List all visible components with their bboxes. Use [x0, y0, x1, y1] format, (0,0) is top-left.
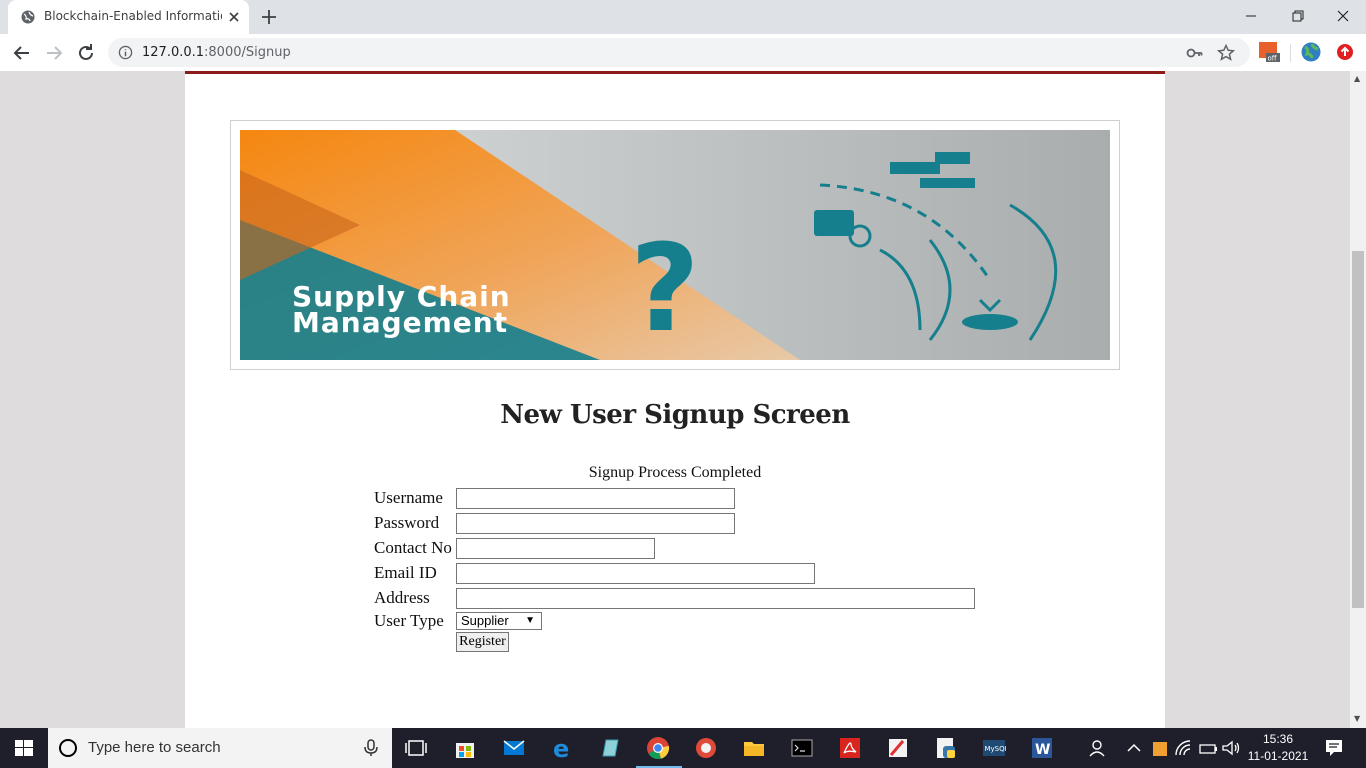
- command-prompt-icon[interactable]: [790, 736, 814, 760]
- username-input[interactable]: [456, 488, 735, 509]
- tray-app-icon[interactable]: [1148, 736, 1172, 760]
- close-tab-icon[interactable]: [226, 9, 242, 25]
- url-host: 127.0.0.1: [142, 45, 205, 60]
- battery-icon[interactable]: [1196, 736, 1220, 760]
- contact-label: Contact No: [374, 538, 452, 557]
- email-input[interactable]: [456, 563, 815, 584]
- media-app-icon[interactable]: [694, 736, 718, 760]
- scroll-up-arrow-icon[interactable]: ▲: [1354, 74, 1360, 83]
- banner-title-line2: Management: [292, 306, 508, 339]
- page-container: ? Supply Chain Management New User Signu…: [185, 71, 1165, 728]
- scroll-down-arrow-icon[interactable]: ▼: [1354, 714, 1360, 723]
- email-label: Email ID: [374, 563, 437, 582]
- dropdown-arrow-icon: ▼: [525, 615, 535, 626]
- file-explorer-icon[interactable]: [742, 736, 766, 760]
- user-type-value: Supplier: [461, 613, 509, 628]
- extension-upload-icon[interactable]: [1334, 41, 1356, 63]
- extension-off-icon[interactable]: off: [1258, 41, 1280, 63]
- paint-icon[interactable]: [886, 736, 910, 760]
- pdf-reader-icon[interactable]: [838, 736, 862, 760]
- clock-time: 15:36: [1262, 732, 1294, 746]
- svg-text:e: e: [553, 736, 569, 760]
- notification-icon[interactable]: [1322, 736, 1346, 760]
- browser-tab[interactable]: Blockchain-Enabled Information: [8, 0, 249, 34]
- people-icon[interactable]: [1087, 736, 1111, 760]
- scroll-thumb[interactable]: [1352, 251, 1364, 608]
- globe-icon: [21, 10, 35, 24]
- svg-text:off: off: [1268, 55, 1277, 63]
- username-label: Username: [374, 488, 443, 507]
- back-arrow-icon[interactable]: [10, 41, 34, 65]
- chrome-icon[interactable]: [646, 736, 670, 760]
- task-view-icon[interactable]: [404, 736, 428, 760]
- status-message: Signup Process Completed: [588, 464, 762, 481]
- address-label: Address: [374, 588, 430, 607]
- svg-text:W: W: [1035, 742, 1050, 758]
- supply-chain-banner: ? Supply Chain Management: [240, 130, 1110, 360]
- tab-title: Blockchain-Enabled Information: [44, 9, 222, 23]
- user-type-select[interactable]: Supplier ▼: [456, 612, 542, 630]
- password-input[interactable]: [456, 513, 735, 534]
- url-path: :8000/Signup: [204, 45, 291, 60]
- address-input[interactable]: [456, 588, 975, 609]
- password-label: Password: [374, 513, 440, 532]
- user-type-label: User Type: [374, 611, 444, 630]
- tab-strip: Blockchain-Enabled Information: [0, 0, 1366, 34]
- close-window-icon[interactable]: [1320, 0, 1366, 32]
- clock-date: 11-01-2021: [1247, 749, 1309, 763]
- toolbar-separator: [1290, 44, 1291, 62]
- reload-icon[interactable]: [74, 41, 98, 65]
- url-text[interactable]: 127.0.0.1:8000/Signup: [142, 45, 291, 60]
- key-icon[interactable]: [1186, 44, 1204, 62]
- contact-input[interactable]: [456, 538, 655, 559]
- cloud-icon: [962, 314, 1018, 330]
- minimize-icon[interactable]: [1228, 0, 1274, 32]
- extension-globe-icon[interactable]: [1300, 41, 1322, 63]
- notes-icon[interactable]: [598, 736, 622, 760]
- restore-icon[interactable]: [1274, 0, 1320, 32]
- taskbar-search-box[interactable]: Type here to search: [48, 728, 392, 768]
- new-tab-icon[interactable]: [259, 7, 279, 27]
- taskbar-clock[interactable]: 15:36 11-01-2021: [1240, 731, 1316, 765]
- mysql-icon[interactable]: MySQL: [982, 736, 1006, 760]
- wifi-icon[interactable]: [1172, 736, 1196, 760]
- page-title: New User Signup Screen: [500, 400, 850, 430]
- bookmark-star-icon[interactable]: [1217, 44, 1235, 62]
- info-icon[interactable]: [118, 45, 133, 60]
- vertical-scrollbar[interactable]: ▲ ▼: [1350, 71, 1366, 728]
- word-icon[interactable]: W: [1030, 736, 1054, 760]
- banner-frame: ? Supply Chain Management: [230, 120, 1120, 370]
- search-placeholder: Type here to search: [88, 739, 221, 756]
- svg-text:MySQL: MySQL: [985, 745, 1007, 753]
- page-viewport: ? Supply Chain Management New User Signu…: [0, 71, 1350, 728]
- search-icon: [59, 739, 77, 757]
- microphone-icon[interactable]: [362, 739, 380, 757]
- forward-arrow-icon[interactable]: [42, 41, 66, 65]
- show-hidden-icons-icon[interactable]: [1122, 736, 1146, 760]
- python-file-icon[interactable]: [934, 736, 958, 760]
- store-icon[interactable]: [453, 736, 477, 760]
- browser-toolbar: 127.0.0.1:8000/Signup off: [0, 34, 1366, 71]
- banner-question-mark: ?: [630, 220, 700, 359]
- address-bar[interactable]: 127.0.0.1:8000/Signup: [108, 38, 1250, 67]
- windows-start-icon[interactable]: [0, 728, 48, 768]
- edge-icon[interactable]: e: [550, 736, 574, 760]
- windows-taskbar: Type here to search e MySQ W 15:36 11-01…: [0, 728, 1366, 768]
- mail-icon[interactable]: [502, 736, 526, 760]
- register-button[interactable]: Register: [456, 632, 509, 652]
